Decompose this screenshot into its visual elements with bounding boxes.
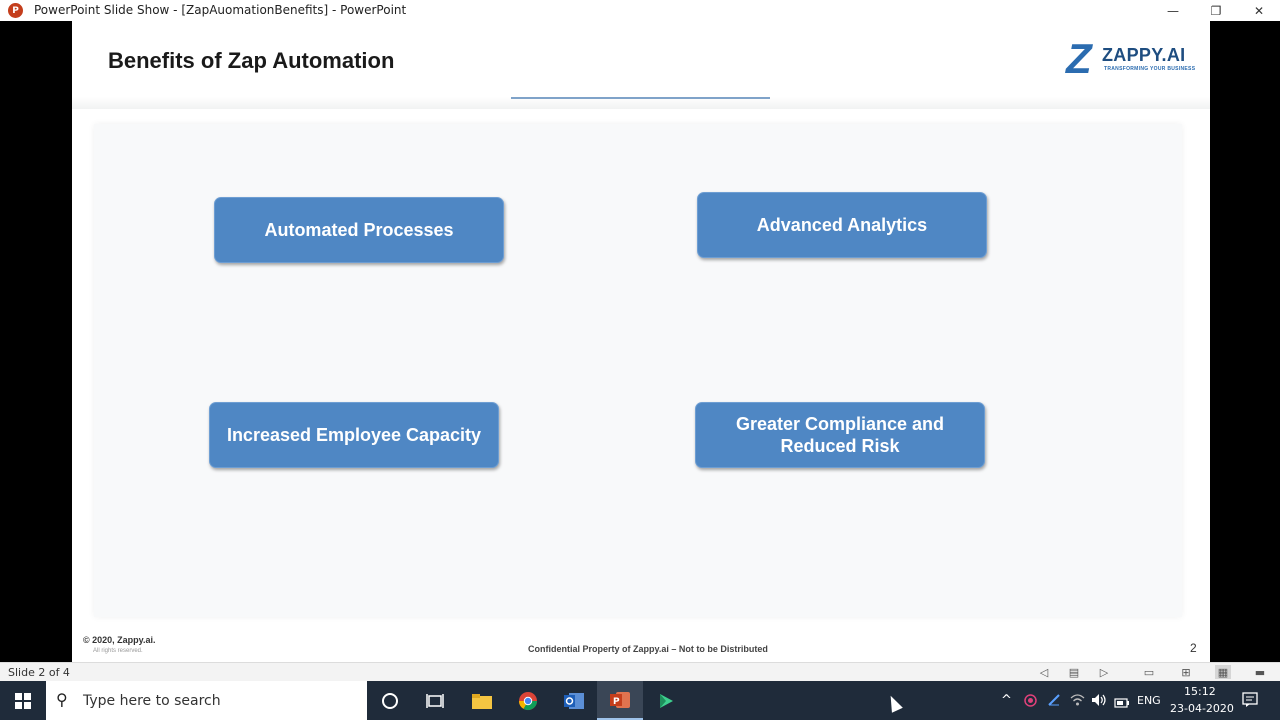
restore-button[interactable]: ❐	[1194, 0, 1238, 21]
clock-time[interactable]: 15:12	[1184, 685, 1216, 698]
battery-icon[interactable]	[1114, 695, 1130, 713]
logo-name: ZAPPY.AI	[1102, 45, 1186, 65]
copyright: © 2020, Zappy.ai.	[83, 635, 156, 645]
wifi-icon[interactable]	[1070, 693, 1085, 712]
search-icon: ⚲	[56, 690, 68, 709]
reading-view-icon[interactable]: ▦	[1215, 665, 1231, 679]
confidential-notice: Confidential Property of Zappy.ai – Not …	[528, 644, 768, 654]
slide-number: 2	[1190, 641, 1197, 655]
logo-tagline: TRANSFORMING YOUR BUSINESS	[1104, 66, 1196, 72]
outlook-icon[interactable]	[551, 681, 597, 720]
taskbar: ⚲ Type here to search P ^ ENG 15:12 23-0…	[0, 681, 1280, 720]
status-bar: Slide 2 of 4 ◁ ▤ ▷ ▭ ⊞ ▦ ▬	[0, 662, 1280, 681]
rights-reserved: All rights reserved.	[93, 648, 143, 654]
window-titlebar: P PowerPoint Slide Show - [ZapAuomationB…	[0, 0, 1280, 21]
title-underline	[511, 97, 770, 99]
search-input[interactable]: ⚲ Type here to search	[46, 681, 367, 720]
file-explorer-icon[interactable]	[459, 681, 505, 720]
clock-date[interactable]: 23-04-2020	[1170, 702, 1234, 715]
benefit-automated-processes: Automated Processes	[214, 197, 504, 263]
notifications-icon[interactable]	[1242, 692, 1258, 713]
pen-icon[interactable]	[1047, 693, 1061, 712]
close-button[interactable]: ✕	[1237, 0, 1280, 21]
benefit-employee-capacity: Increased Employee Capacity	[209, 402, 499, 468]
slide-menu-icon[interactable]: ▤	[1066, 665, 1082, 679]
svg-text:P: P	[613, 697, 620, 707]
powerpoint-taskbar-icon[interactable]: P	[597, 681, 643, 720]
volume-icon[interactable]	[1091, 693, 1107, 712]
slide-sorter-icon[interactable]: ⊞	[1178, 665, 1194, 679]
windows-icon	[15, 692, 31, 709]
normal-view-icon[interactable]: ▭	[1141, 665, 1157, 679]
task-view-icon[interactable]	[412, 681, 458, 720]
powerpoint-icon: P	[8, 3, 23, 18]
minimize-button[interactable]: —	[1151, 0, 1195, 21]
slide-count: Slide 2 of 4	[8, 666, 70, 679]
content-panel: Automated Processes Advanced Analytics I…	[94, 124, 1182, 617]
slide[interactable]: Benefits of Zap Automation Z ZAPPY.AI TR…	[72, 21, 1210, 662]
slide-title: Benefits of Zap Automation	[108, 48, 395, 73]
camtasia-icon[interactable]	[643, 681, 689, 720]
next-slide-icon[interactable]: ▷	[1096, 665, 1112, 679]
search-placeholder: Type here to search	[83, 693, 221, 709]
previous-slide-icon[interactable]: ◁	[1036, 665, 1052, 679]
language-indicator[interactable]: ENG	[1137, 694, 1161, 707]
logo-mark-icon: Z	[1066, 35, 1092, 82]
benefit-advanced-analytics: Advanced Analytics	[697, 192, 987, 258]
benefit-compliance: Greater Compliance and Reduced Risk	[695, 402, 985, 468]
tray-chevron-icon[interactable]: ^	[1001, 693, 1012, 708]
zappy-logo: Z ZAPPY.AI TRANSFORMING YOUR BUSINESS	[1066, 35, 1201, 83]
window-title: PowerPoint Slide Show - [ZapAuomationBen…	[34, 3, 407, 17]
slideshow-view-icon[interactable]: ▬	[1252, 665, 1268, 679]
chrome-icon[interactable]	[505, 681, 551, 720]
record-icon[interactable]	[1024, 694, 1037, 712]
cortana-icon[interactable]	[367, 681, 413, 720]
start-button[interactable]	[0, 681, 46, 720]
